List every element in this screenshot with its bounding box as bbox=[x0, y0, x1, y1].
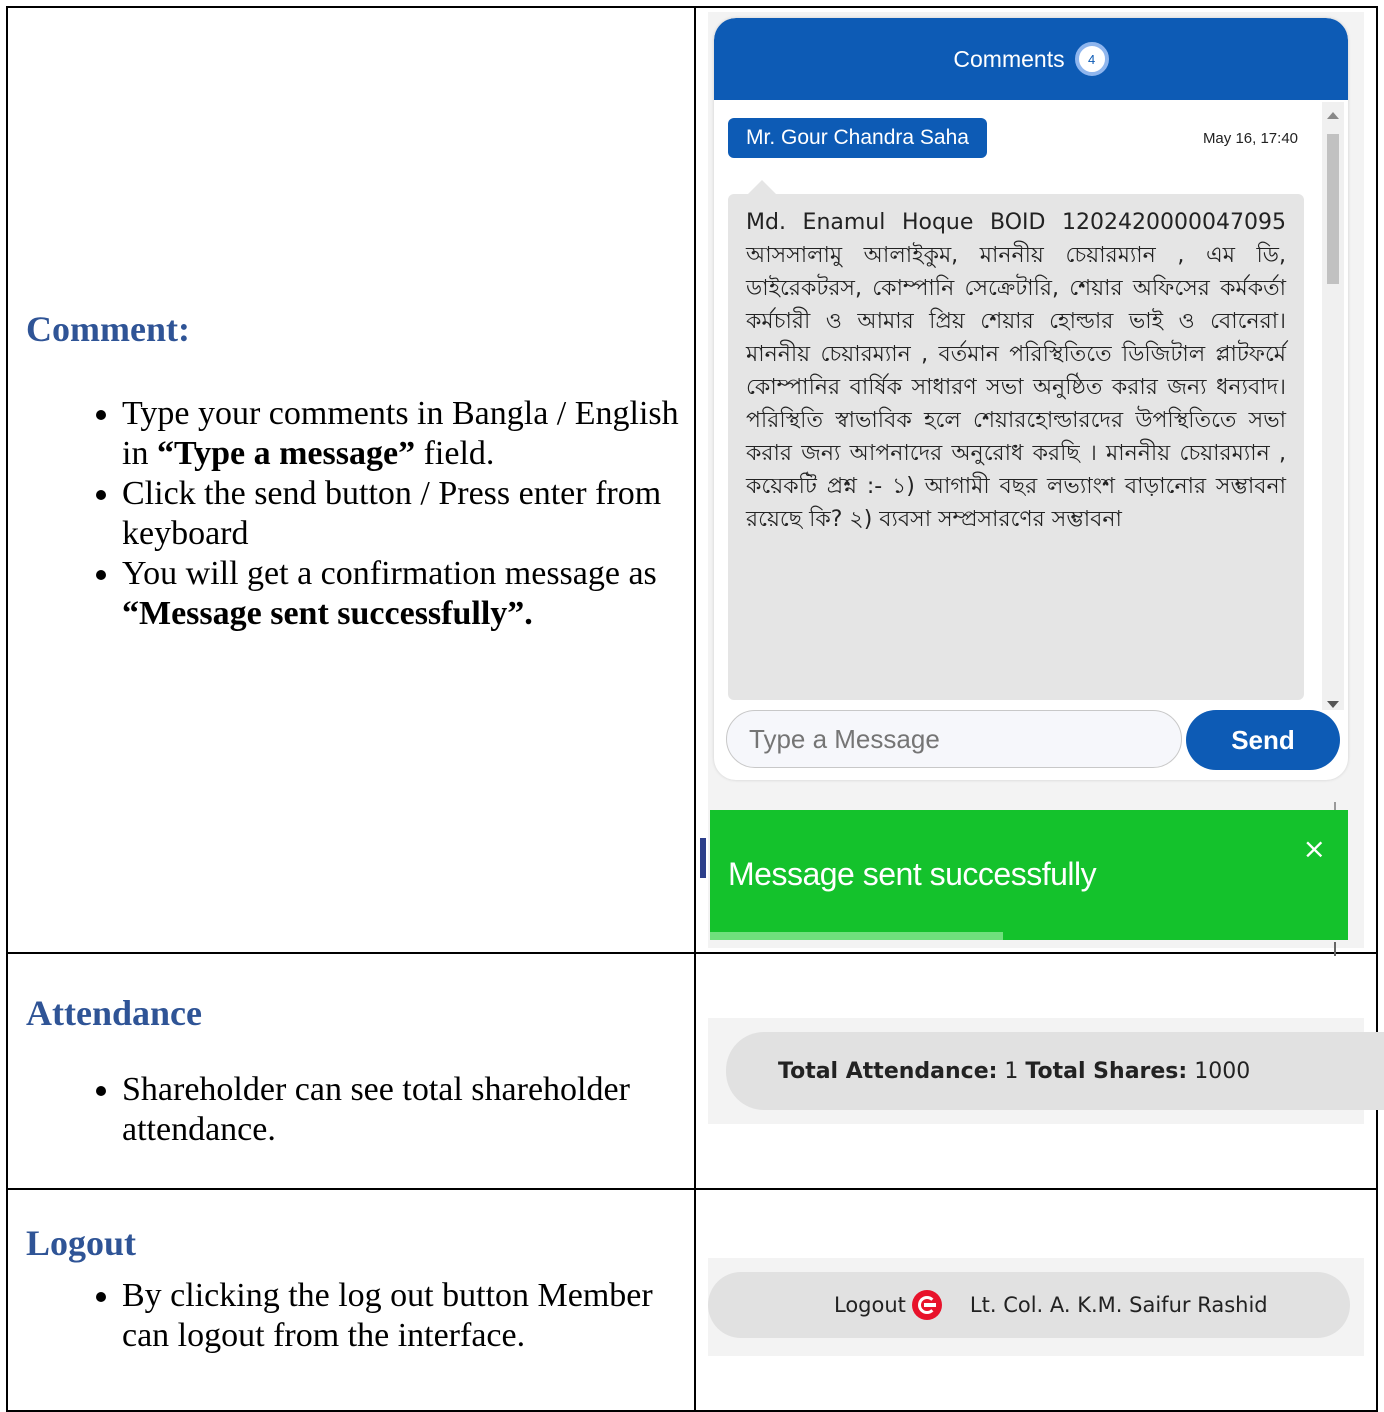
logout-widget: Logout Lt. Col. A. K.M. Saifur Rashid bbox=[708, 1258, 1364, 1356]
attendance-widget: Total Attendance: 1 Total Shares: 1000 bbox=[708, 1018, 1384, 1124]
logout-bullets: By clicking the log out button Member ca… bbox=[68, 1276, 694, 1356]
attendance-heading: Attendance bbox=[26, 993, 202, 1033]
document-table: Comment: Type your comments in Bangla / … bbox=[6, 6, 1384, 1412]
attendance-bullets: Shareholder can see total shareholder at… bbox=[68, 1070, 694, 1150]
comments-panel: Comments 4 Mr. Gour Chandra Saha May 16,… bbox=[714, 18, 1348, 780]
shares-value: 1000 bbox=[1194, 1058, 1251, 1084]
scroll-up-icon[interactable] bbox=[1327, 112, 1339, 119]
comment-message-text: Md. Enamul Hoque BOID 1202420000047095 আ… bbox=[746, 210, 1286, 532]
attendance-description-cell: Attendance Shareholder can see total sha… bbox=[6, 952, 696, 1190]
message-pointer bbox=[748, 180, 776, 194]
comments-scrollbar[interactable] bbox=[1322, 102, 1344, 710]
close-icon[interactable]: × bbox=[1303, 832, 1326, 865]
bullet-item: Click the send button / Press enter from… bbox=[122, 474, 694, 554]
attendance-bar: Total Attendance: 1 Total Shares: 1000 bbox=[726, 1032, 1384, 1110]
toast-edge-decoration bbox=[700, 838, 706, 878]
comment-description-cell: Comment: Type your comments in Bangla / … bbox=[6, 6, 696, 954]
comment-bullets: Type your comments in Bangla / English i… bbox=[68, 394, 694, 634]
logout-bar: Logout Lt. Col. A. K.M. Saifur Rashid bbox=[708, 1272, 1350, 1338]
bullet-item: Shareholder can see total shareholder at… bbox=[122, 1070, 694, 1150]
scrollbar-thumb[interactable] bbox=[1327, 134, 1339, 284]
logout-icon[interactable] bbox=[911, 1290, 942, 1320]
bullet-item: You will get a confirmation message as “… bbox=[122, 554, 694, 634]
comment-author: Mr. Gour Chandra Saha bbox=[728, 118, 987, 158]
attendance-label: Total Attendance: bbox=[778, 1058, 998, 1084]
bullet-item: By clicking the log out button Member ca… bbox=[122, 1276, 694, 1356]
success-toast: Message sent successfully × bbox=[710, 810, 1348, 940]
comments-title: Comments bbox=[953, 45, 1065, 72]
scroll-down-icon[interactable] bbox=[1327, 701, 1339, 708]
logout-description-cell: Logout By clicking the log out button Me… bbox=[6, 1188, 696, 1412]
comments-header: Comments 4 bbox=[714, 18, 1348, 100]
attendance-screenshot-cell: Total Attendance: 1 Total Shares: 1000 bbox=[694, 952, 1384, 1190]
comments-widget: Comments 4 Mr. Gour Chandra Saha May 16,… bbox=[700, 12, 1364, 956]
logout-heading: Logout bbox=[26, 1223, 137, 1263]
toast-progress-bar bbox=[710, 932, 1004, 940]
message-input[interactable] bbox=[726, 710, 1182, 768]
logout-label[interactable]: Logout bbox=[834, 1293, 906, 1317]
comment-heading: Comment: bbox=[26, 309, 190, 349]
user-name: Lt. Col. A. K.M. Saifur Rashid bbox=[969, 1293, 1268, 1317]
comment-message: Md. Enamul Hoque BOID 1202420000047095 আ… bbox=[728, 194, 1304, 700]
comment-screenshot-cell: Comments 4 Mr. Gour Chandra Saha May 16,… bbox=[694, 6, 1378, 956]
attendance-value: 1 bbox=[1004, 1058, 1019, 1084]
bullet-item: Type your comments in Bangla / English i… bbox=[122, 394, 694, 474]
comment-timestamp: May 16, 17:40 bbox=[1202, 130, 1298, 147]
toast-message: Message sent successfully bbox=[728, 856, 1097, 892]
comments-count-badge: 4 bbox=[1074, 42, 1109, 76]
shares-label: Total Shares: bbox=[1025, 1058, 1188, 1084]
logout-screenshot-cell: Logout Lt. Col. A. K.M. Saifur Rashid bbox=[694, 1188, 1378, 1412]
send-button[interactable]: Send bbox=[1186, 710, 1340, 770]
